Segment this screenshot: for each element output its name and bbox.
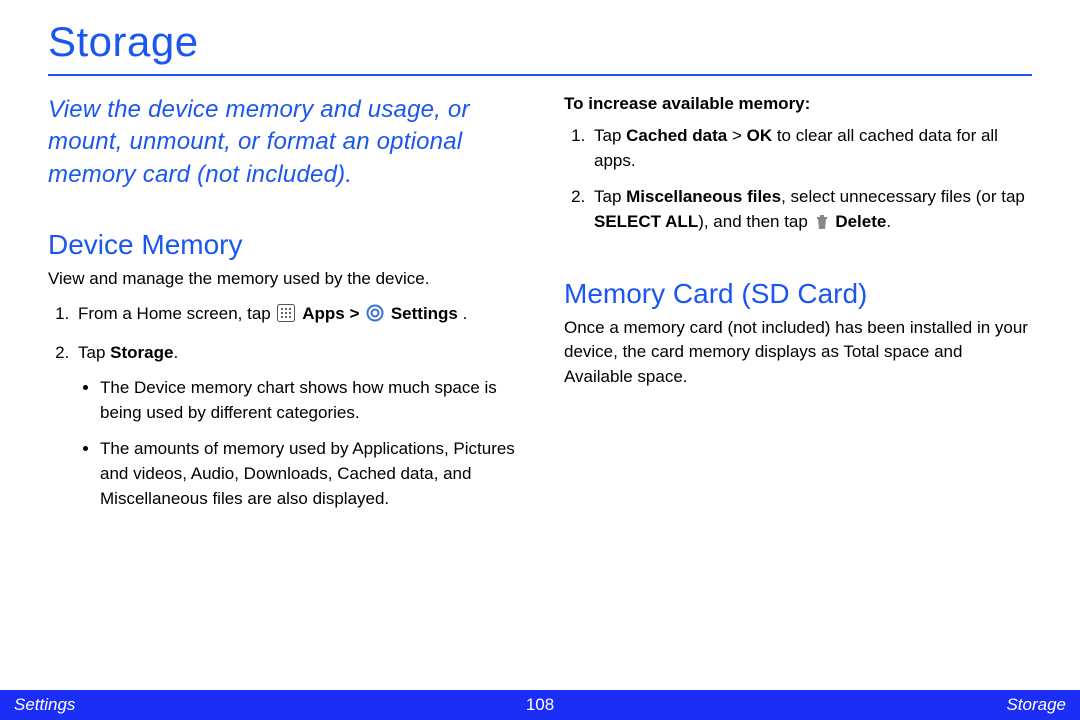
inc2-mid1: , select unnecessary files (or tap: [781, 187, 1025, 206]
sd-card-heading: Memory Card (SD Card): [564, 278, 1032, 310]
content-columns: View the device memory and usage, or mou…: [48, 94, 1032, 523]
footer-right: Storage: [1006, 695, 1066, 715]
inc1-prefix: Tap: [594, 126, 626, 145]
device-memory-steps: From a Home screen, tap Apps >: [48, 302, 516, 511]
inc2-suffix: .: [886, 212, 891, 231]
device-memory-desc: View and manage the memory used by the d…: [48, 267, 516, 292]
sd-card-desc: Once a memory card (not included) has be…: [564, 316, 1032, 390]
intro-text: View the device memory and usage, or mou…: [48, 94, 516, 191]
footer-left: Settings: [14, 695, 75, 715]
inc1-mid: >: [727, 126, 746, 145]
page-footer: Settings 108 Storage: [0, 690, 1080, 720]
title-divider: [48, 74, 1032, 76]
settings-gear-icon: [366, 304, 384, 330]
step2-bullets: The Device memory chart shows how much s…: [78, 376, 516, 511]
step2-suffix: .: [173, 343, 178, 362]
page-title: Storage: [48, 18, 1032, 66]
step2-prefix: Tap: [78, 343, 110, 362]
increase-memory-heading: To increase available memory:: [564, 94, 1032, 114]
left-column: View the device memory and usage, or mou…: [48, 94, 516, 523]
trash-icon: [815, 213, 829, 238]
step-2: Tap Storage. The Device memory chart sho…: [74, 341, 516, 511]
right-column: To increase available memory: Tap Cached…: [564, 94, 1032, 523]
inc2-prefix: Tap: [594, 187, 626, 206]
inc1-b2: OK: [747, 126, 773, 145]
inc-step-1: Tap Cached data > OK to clear all cached…: [590, 124, 1032, 173]
inc2-b1: Miscellaneous files: [626, 187, 781, 206]
step-1: From a Home screen, tap Apps >: [74, 302, 516, 330]
step1-suffix: .: [463, 304, 468, 323]
bullet-1: The Device memory chart shows how much s…: [100, 376, 516, 425]
step2-bold: Storage: [110, 343, 173, 362]
inc1-b1: Cached data: [626, 126, 727, 145]
inc2-b3: Delete: [835, 212, 886, 231]
increase-memory-steps: Tap Cached data > OK to clear all cached…: [564, 124, 1032, 238]
step1-apps: Apps: [302, 304, 345, 323]
footer-page-number: 108: [526, 695, 554, 715]
step1-prefix: From a Home screen, tap: [78, 304, 275, 323]
step1-settings: Settings: [391, 304, 458, 323]
inc-step-2: Tap Miscellaneous files, select unnecess…: [590, 185, 1032, 237]
bullet-2: The amounts of memory used by Applicatio…: [100, 437, 516, 511]
device-memory-heading: Device Memory: [48, 229, 516, 261]
inc2-mid2: ), and then tap: [698, 212, 812, 231]
step1-sep: >: [349, 304, 364, 323]
apps-grid-icon: [277, 304, 295, 330]
inc2-b2: SELECT ALL: [594, 212, 698, 231]
